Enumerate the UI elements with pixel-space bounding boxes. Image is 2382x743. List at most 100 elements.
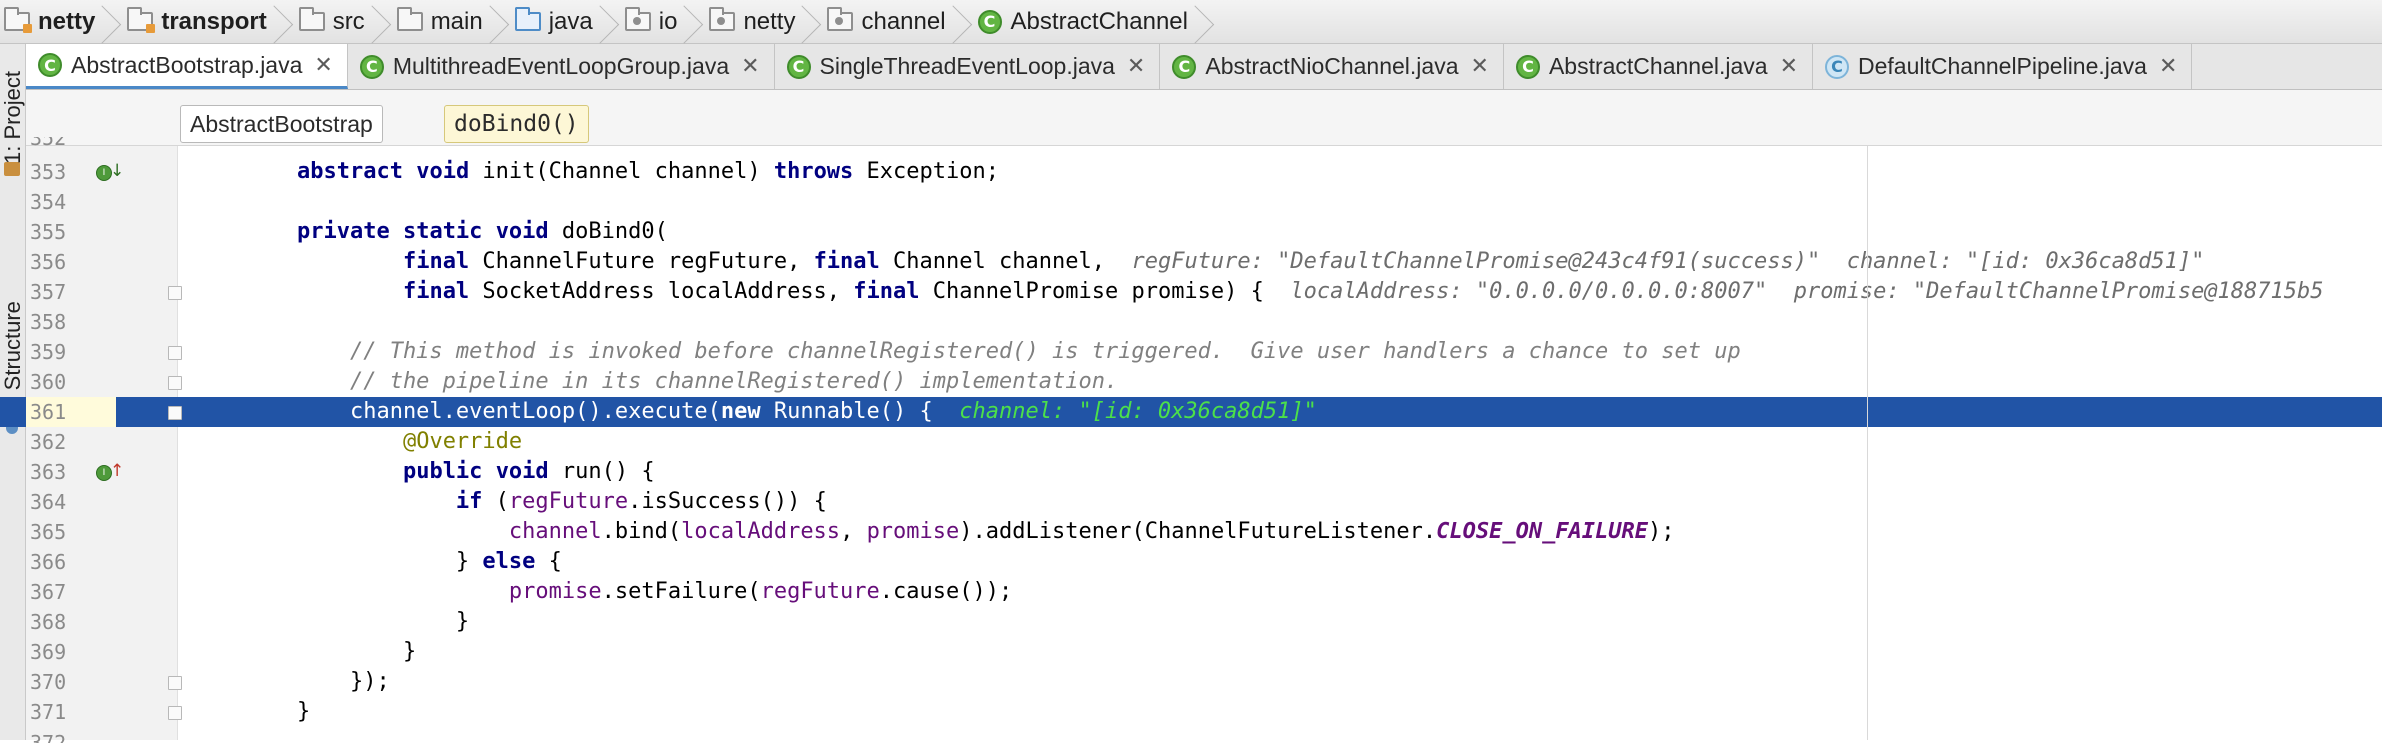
code-line[interactable]: 370 }); — [0, 667, 2382, 697]
class-icon: C — [977, 9, 1002, 34]
line-number: 364 — [30, 490, 67, 514]
line-number: 352 — [30, 137, 67, 149]
editor-tab[interactable]: C AbstractBootstrap.java ✕ — [26, 44, 348, 89]
tab-label: AbstractBootstrap.java — [71, 51, 303, 78]
code-line[interactable]: 359 // This method is invoked before cha… — [0, 337, 2382, 367]
java-class-icon: C — [1515, 54, 1540, 79]
overrides-marker-icon-arrow: ↑ — [110, 461, 125, 481]
structure-class-label: AbstractBootstrap — [190, 110, 373, 137]
breadcrumb-item-netty[interactable]: netty — [703, 0, 821, 44]
close-tab-icon[interactable]: ✕ — [1471, 54, 1489, 79]
close-tab-icon[interactable]: ✕ — [2159, 54, 2177, 79]
line-number: 367 — [30, 580, 67, 604]
debugger-inline-value: regFuture: "DefaultChannelPromise@243c4f… — [1104, 249, 2205, 274]
breadcrumb-label: channel — [861, 7, 946, 35]
breadcrumb-item-java[interactable]: java — [509, 0, 619, 44]
close-tab-icon[interactable]: ✕ — [1127, 54, 1145, 79]
code-line[interactable]: 365 channel.bind(localAddress, promise).… — [0, 517, 2382, 547]
breadcrumb-item-abstractchannel[interactable]: C AbstractChannel — [972, 0, 1214, 44]
line-number: 353 — [30, 160, 67, 184]
java-class-icon: C — [359, 54, 384, 79]
close-tab-icon[interactable]: ✕ — [1780, 54, 1798, 79]
line-number: 361 — [26, 397, 116, 427]
java-class-icon: C — [38, 53, 62, 77]
package-icon — [827, 7, 854, 31]
line-number: 363 — [30, 460, 67, 484]
breadcrumb-label: io — [658, 7, 678, 35]
folder-module-icon — [4, 7, 32, 33]
code-line[interactable]: 369 } — [0, 637, 2382, 667]
code-line[interactable]: 357 final SocketAddress localAddress, fi… — [0, 277, 2382, 307]
structure-method-crumb[interactable]: doBind0() — [444, 105, 589, 143]
code-line[interactable]: 367 promise.setFailure(regFuture.cause()… — [0, 577, 2382, 607]
breadcrumb-item-netty[interactable]: netty — [0, 0, 121, 44]
breadcrumb-item-transport[interactable]: transport — [121, 0, 292, 44]
code-text: // This method is invoked before channel… — [244, 339, 1741, 364]
editor-tab[interactable]: C MultithreadEventLoopGroup.java ✕ — [348, 44, 775, 89]
editor-tab[interactable]: C DefaultChannelPipeline.java ✕ — [1813, 44, 2193, 89]
breadcrumb-label: main — [430, 7, 483, 35]
line-number: 365 — [30, 520, 67, 544]
fold-marker-icon[interactable] — [168, 346, 182, 360]
line-number: 372 — [30, 731, 67, 743]
line-number: 369 — [30, 640, 67, 664]
breadcrumb-label: netty — [38, 7, 96, 35]
code-line[interactable]: 356 final ChannelFuture regFuture, final… — [0, 247, 2382, 277]
code-line[interactable]: 358 — [0, 307, 2382, 337]
project-tool-tab-label: 1: Project — [0, 71, 25, 164]
folder-icon — [298, 7, 325, 31]
fold-marker-icon[interactable] — [168, 376, 182, 390]
line-number: 360 — [30, 370, 67, 394]
tab-label: AbstractChannel.java — [1548, 53, 1768, 79]
code-text: if (regFuture.isSuccess()) { — [455, 489, 827, 514]
breadcrumb-item-io[interactable]: io — [619, 0, 704, 44]
line-number: 362 — [30, 430, 67, 454]
code-line[interactable]: 355 private static void doBind0( — [0, 217, 2382, 247]
code-line[interactable]: 353 abstract void init(Channel channel) … — [0, 157, 2382, 187]
structure-class-crumb[interactable]: AbstractBootstrap — [180, 105, 383, 143]
implemented-marker-icon-arrow: ↓ — [110, 161, 125, 181]
line-number: 359 — [30, 340, 67, 364]
tab-label: SingleThreadEventLoop.java — [819, 53, 1115, 79]
right-margin-guide — [1867, 146, 1868, 740]
editor-tab[interactable]: C AbstractChannel.java ✕ — [1504, 44, 1813, 89]
line-number: 356 — [30, 250, 67, 274]
structure-breadcrumb-bar: AbstractBootstrap doBind0() — [26, 90, 2382, 146]
code-line[interactable]: 354 — [0, 187, 2382, 217]
java-class-icon: C — [786, 54, 811, 79]
code-line[interactable]: 364 if (regFuture.isSuccess()) { — [0, 487, 2382, 517]
structure-method-label: doBind0() — [454, 111, 579, 137]
breadcrumb-label: src — [332, 7, 365, 35]
line-number: 354 — [30, 190, 67, 214]
code-text: } — [244, 699, 311, 724]
editor-tab[interactable]: C SingleThreadEventLoop.java ✕ — [775, 44, 1161, 89]
code-text: }); — [244, 669, 390, 694]
code-text: promise.setFailure(regFuture.cause()); — [508, 579, 1013, 604]
fold-marker-icon[interactable] — [168, 706, 182, 720]
debugger-inline-value: localAddress: "0.0.0.0/0.0.0.0:8007" pro… — [1263, 279, 2324, 304]
navigation-breadcrumb: netty transport src main java io netty channel C… — [0, 0, 2382, 44]
fold-marker-icon[interactable] — [168, 676, 182, 690]
debugger-inline-value: channel: "[id: 0x36ca8d51]" — [932, 399, 1317, 424]
breadcrumb-item-src[interactable]: src — [293, 0, 391, 44]
code-text: final ChannelFuture regFuture, final Cha… — [402, 249, 2205, 274]
code-line[interactable]: 366 } else { — [0, 547, 2382, 577]
code-line[interactable]: 371 } — [0, 697, 2382, 727]
code-line[interactable]: 363 public void run() { — [0, 457, 2382, 487]
breadcrumb-item-main[interactable]: main — [391, 0, 509, 44]
code-text: } else { — [244, 549, 562, 574]
code-line[interactable]: 361 channel.eventLoop().execute(new Runn… — [0, 397, 2382, 427]
code-line[interactable]: 368 } — [0, 607, 2382, 637]
editor-tab[interactable]: C AbstractNioChannel.java ✕ — [1160, 44, 1504, 89]
code-line[interactable]: 362 @Override — [0, 427, 2382, 457]
close-tab-icon[interactable]: ✕ — [741, 54, 759, 79]
folder-icon — [396, 7, 423, 31]
tab-label: DefaultChannelPipeline.java — [1858, 53, 2147, 79]
fold-marker-icon[interactable] — [168, 406, 182, 420]
code-text: abstract void init(Channel channel) thro… — [296, 159, 1000, 184]
close-tab-icon[interactable]: ✕ — [314, 53, 332, 78]
code-text: } — [244, 609, 470, 634]
breadcrumb-item-channel[interactable]: channel — [821, 0, 971, 44]
fold-marker-icon[interactable] — [168, 286, 182, 300]
code-line[interactable]: 360 // the pipeline in its channelRegist… — [0, 367, 2382, 397]
